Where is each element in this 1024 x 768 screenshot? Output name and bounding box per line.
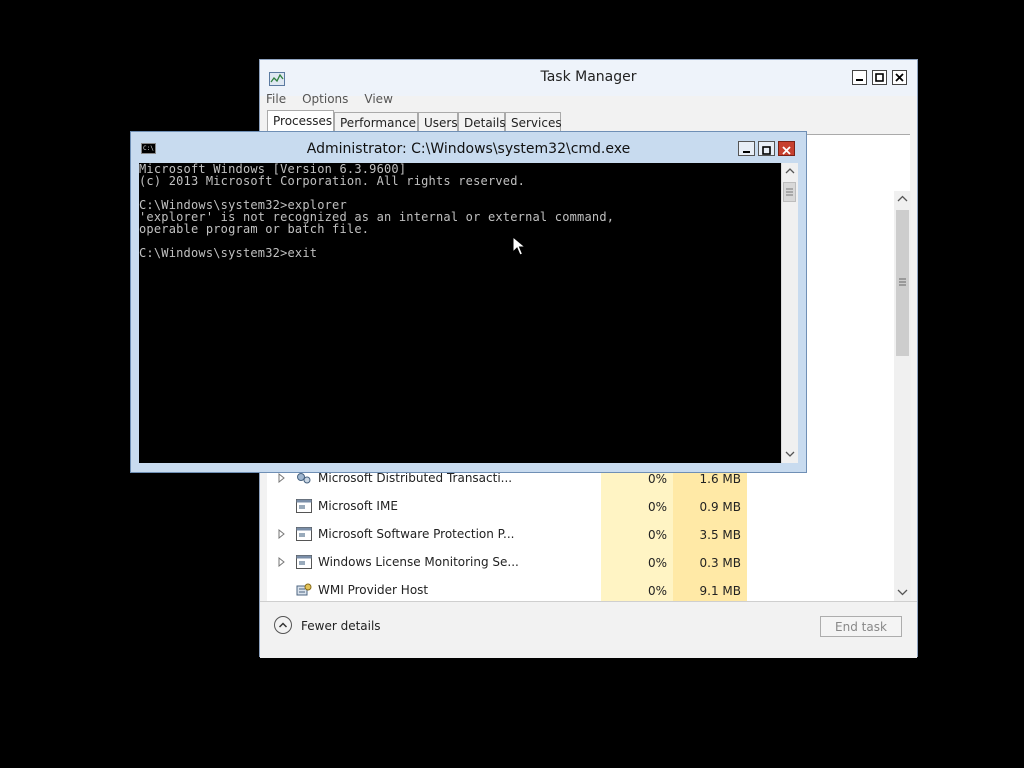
process-name: Microsoft Distributed Transacti... <box>318 471 513 485</box>
cmd-close-button[interactable] <box>778 141 795 156</box>
console-line: operable program or batch file. <box>139 222 370 236</box>
memory-value: 0.3 MB <box>673 549 747 577</box>
cmd-minimize-button[interactable] <box>738 141 755 156</box>
minimize-button[interactable] <box>852 70 867 85</box>
scroll-up-arrow-icon[interactable] <box>782 164 798 178</box>
menu-view[interactable]: View <box>364 92 392 106</box>
app-window-icon <box>296 527 312 541</box>
memory-value: 0.9 MB <box>673 493 747 521</box>
expand-arrow-icon[interactable] <box>278 557 286 567</box>
wmi-icon <box>296 583 312 596</box>
expand-arrow-icon[interactable] <box>278 473 286 483</box>
console-output[interactable]: Microsoft Windows [Version 6.3.9600] (c) … <box>139 163 781 463</box>
process-name: Microsoft Software Protection P... <box>318 527 515 541</box>
menu-bar: File Options View <box>266 92 409 112</box>
cmd-scroll-thumb[interactable] <box>783 182 796 202</box>
process-name: WMI Provider Host <box>318 583 429 597</box>
table-row[interactable]: Windows License Monitoring Se... 0% 0.3 … <box>267 549 893 577</box>
expand-arrow-icon[interactable] <box>278 529 286 539</box>
close-button[interactable] <box>892 70 907 85</box>
maximize-button[interactable] <box>872 70 887 85</box>
maximize-icon <box>762 146 771 155</box>
menu-file[interactable]: File <box>266 92 286 106</box>
cmd-scrollbar[interactable] <box>781 163 798 463</box>
menu-options[interactable]: Options <box>302 92 348 106</box>
cmd-title: Administrator: C:\Windows\system32\cmd.e… <box>306 141 631 157</box>
scroll-down-arrow-icon[interactable] <box>894 585 911 599</box>
app-window-icon <box>296 499 312 513</box>
close-icon <box>895 73 904 82</box>
table-row[interactable]: Microsoft Software Protection P... 0% 3.… <box>267 521 893 549</box>
maximize-icon <box>875 73 884 82</box>
task-manager-title: Task Manager <box>540 69 637 85</box>
console-line: (c) 2013 Microsoft Corporation. All righ… <box>139 174 526 188</box>
fewer-details-link[interactable]: Fewer details <box>301 619 381 633</box>
scroll-up-arrow-icon[interactable] <box>894 192 911 206</box>
chevron-up-icon[interactable] <box>274 616 292 634</box>
process-name: Windows License Monitoring Se... <box>318 555 519 569</box>
minimize-icon <box>856 79 863 81</box>
console-line: C:\Windows\system32>exit <box>139 246 318 260</box>
grip-icon <box>786 188 793 196</box>
close-icon <box>782 146 791 155</box>
task-manager-footer: Fewer details End task <box>260 601 917 658</box>
cpu-value: 0% <box>601 493 673 521</box>
minimize-icon <box>743 151 750 153</box>
cmd-maximize-button[interactable] <box>758 141 775 156</box>
scroll-down-arrow-icon[interactable] <box>782 447 798 461</box>
end-task-button[interactable]: End task <box>820 616 902 637</box>
mouse-cursor-icon <box>512 236 526 256</box>
task-manager-titlebar[interactable]: Task Manager <box>260 60 917 96</box>
memory-value: 3.5 MB <box>673 521 747 549</box>
cpu-value: 0% <box>601 549 673 577</box>
grip-icon <box>899 278 906 286</box>
service-icon <box>297 473 311 484</box>
cpu-value: 0% <box>601 521 673 549</box>
table-row[interactable]: Microsoft IME 0% 0.9 MB <box>267 493 893 521</box>
process-list-scroll-thumb[interactable] <box>896 210 909 356</box>
cmd-titlebar[interactable]: C:\ Administrator: C:\Windows\system32\c… <box>131 132 806 165</box>
app-window-icon <box>296 555 312 569</box>
cmd-window: C:\ Administrator: C:\Windows\system32\c… <box>130 131 807 473</box>
process-name: Microsoft IME <box>318 499 398 513</box>
